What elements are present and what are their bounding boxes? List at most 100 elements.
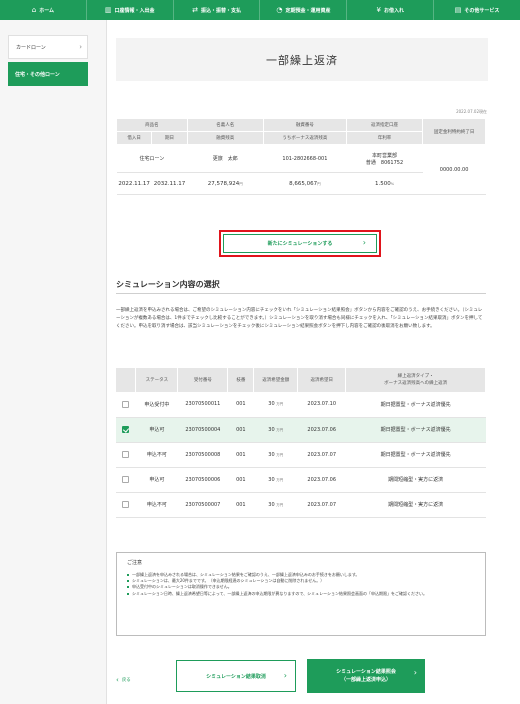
table-row: 住宅ローン 更旅 太郎 101-2802668-001 本町営業部 普通 8061…: [116, 144, 486, 195]
header-fixed-end: 固定金利特約終了日: [422, 118, 486, 145]
fixed-end-date: 0000.00.00: [422, 144, 486, 195]
header-account: 返済指定口座: [345, 118, 424, 132]
chevron-right-icon: ›: [283, 671, 287, 680]
chevron-right-icon: ›: [79, 43, 82, 51]
header-bonus-balance: うちボーナス返済残高: [262, 131, 347, 145]
as-of-date: 2022.07.02現在: [456, 109, 487, 114]
chevron-left-icon: ‹: [116, 676, 119, 684]
table-row[interactable]: 申込不可 23070500008 001 30 万円 2023.07.07 期日…: [116, 442, 486, 468]
row-checkbox[interactable]: [122, 400, 130, 408]
notes-list: 一部繰上返済を申込みされる場合は、シミュレーション結果をご確認のうえ、一部繰上返…: [127, 572, 475, 597]
row-branch: 001: [227, 417, 254, 443]
row-date: 2023.07.06: [297, 417, 346, 443]
header-date: 返済希望日: [297, 368, 347, 392]
nav-other[interactable]: ▤ その他サービス: [434, 0, 520, 20]
row-status: 申込不可: [135, 492, 178, 518]
loan-info-table: 商品名 名義人名 融資番号 返済指定口座 固定金利特約終了日 借入日 期日 融資…: [115, 118, 486, 195]
row-checkbox[interactable]: [122, 451, 130, 458]
table-header-row: ステータス 受付番号 枝番 返済希望金額 返済希望日 繰上返済タイプ・ ボーナス…: [116, 368, 486, 392]
row-date: 2023.07.07: [297, 492, 346, 518]
chevron-right-icon: ›: [362, 238, 366, 247]
notes-box: ご注意 一部繰上返済を申込みされる場合は、シミュレーション結果をご確認のうえ、一…: [116, 552, 486, 636]
row-branch: 001: [227, 442, 254, 468]
section-description: 一部繰上返済を申込みされる場合は、ご希望のシミュレーション内容にチェックをいれ「…: [116, 308, 483, 329]
nav-deposit[interactable]: ◔ 定期預金・運用資産: [260, 0, 348, 20]
row-checkbox[interactable]: [122, 426, 130, 433]
row-checkbox[interactable]: [122, 501, 130, 508]
row-date: 2023.07.10: [297, 392, 346, 418]
page-title: 一部繰上返済: [116, 38, 488, 81]
row-type: 期日据置型・ボーナス返済優先: [345, 392, 486, 418]
header-borrow-date: 借入日: [115, 131, 153, 145]
table-header-row: 商品名 名義人名 融資番号 返済指定口座 固定金利特約終了日: [116, 118, 486, 145]
bonus-balance: 8,665,067円: [263, 172, 347, 195]
sidebar-item-label: カードローン: [16, 44, 46, 51]
header-check: [116, 368, 137, 392]
interest-rate: 1.500%: [346, 172, 423, 195]
header-amount: 返済希望金額: [253, 368, 299, 392]
deposit-icon: ◔: [276, 5, 283, 14]
table-row[interactable]: 申込可 23070500004 001 30 万円 2023.07.06 期日据…: [116, 417, 486, 443]
header-type: 繰上返済タイプ・ ボーナス返済残高への繰上返済: [345, 368, 486, 392]
row-amount: 30 万円: [253, 492, 298, 518]
header-due-date: 期日: [151, 131, 188, 145]
top-nav: ⌂ ホーム ▥ 口座情報・入出金 ⇄ 振込・振替・支払 ◔ 定期預金・運用資産 ¥ お借入…: [0, 0, 520, 20]
sidebar-item-housing-loan[interactable]: 住宅・その他ローン: [8, 62, 88, 86]
nav-loan[interactable]: ¥ お借入れ: [347, 0, 435, 20]
row-date: 2023.07.07: [297, 442, 346, 468]
header-rate: 年利率: [345, 131, 424, 145]
row-type: 期間短縮型・実方に返済: [345, 492, 486, 518]
row-receipt-no: 23070500011: [177, 392, 228, 418]
nav-home[interactable]: ⌂ ホーム: [0, 0, 87, 20]
sidebar-item-card-loan[interactable]: カードローン ›: [8, 35, 88, 59]
row-amount: 30 万円: [253, 392, 298, 418]
account-icon: ▥: [104, 5, 112, 14]
repay-account: 本町営業部 普通 8061752: [346, 144, 423, 173]
header-receipt-no: 受付番号: [177, 368, 229, 392]
due-date: 2032.11.17: [151, 172, 188, 195]
chevron-right-icon: ›: [413, 668, 417, 677]
row-status: 申込可: [135, 467, 178, 493]
simulation-result-button[interactable]: シミュレーション結果照会 （一部繰上返済申込） ›: [307, 659, 425, 693]
note-item: シミュレーション日時、繰上返済希望日等によって、一部繰上返済の申込期限が異なりま…: [127, 591, 475, 597]
row-receipt-no: 23070500004: [177, 417, 228, 443]
row-checkbox[interactable]: [122, 476, 130, 483]
row-type: 期間短縮型・実方に返済: [345, 467, 486, 493]
row-amount: 30 万円: [253, 442, 298, 468]
notes-title: ご注意: [127, 560, 143, 566]
sidebar: カードローン › 住宅・その他ローン: [0, 20, 107, 704]
table-row[interactable]: 申込可 23070500006 001 30 万円 2023.07.06 期間短…: [116, 467, 486, 493]
borrow-date: 2022.11.17: [116, 172, 152, 195]
transfer-icon: ⇄: [192, 5, 198, 14]
simulation-table: ステータス 受付番号 枝番 返済希望金額 返済希望日 繰上返済タイプ・ ボーナス…: [116, 368, 486, 518]
nav-transfer[interactable]: ⇄ 振込・振替・支払: [174, 0, 261, 20]
table-row[interactable]: 申込不可 23070500007 001 30 万円 2023.07.07 期間…: [116, 492, 486, 518]
loan-icon: ¥: [376, 5, 381, 14]
row-receipt-no: 23070500006: [177, 467, 228, 493]
row-date: 2023.07.06: [297, 467, 346, 493]
row-status: 申込受付中: [135, 392, 178, 418]
row-status: 申込不可: [135, 442, 178, 468]
row-receipt-no: 23070500007: [177, 492, 228, 518]
nav-account[interactable]: ▥ 口座情報・入出金: [87, 0, 174, 20]
header-holder: 名義人名: [186, 118, 264, 132]
back-link[interactable]: ‹ 戻る: [116, 676, 131, 684]
table-row[interactable]: 申込受付中 23070500011 001 30 万円 2023.07.10 期…: [116, 392, 486, 418]
product-name: 住宅ローン: [116, 144, 188, 173]
header-product: 商品名: [116, 118, 188, 132]
row-type: 期日据置型・ボーナス返済優先: [345, 442, 486, 468]
new-simulation-button[interactable]: 新たにシミュレーションする ›: [223, 234, 377, 253]
loan-number: 101-2802668-001: [263, 144, 347, 173]
home-icon: ⌂: [31, 5, 37, 14]
row-branch: 001: [227, 467, 254, 493]
new-simulation-highlight: 新たにシミュレーションする ›: [219, 230, 381, 257]
header-status: ステータス: [135, 368, 179, 392]
divider: [116, 293, 486, 294]
row-status: 申込可: [135, 417, 178, 443]
sidebar-item-label: 住宅・その他ローン: [15, 71, 60, 78]
row-branch: 001: [227, 492, 254, 518]
header-branch: 枝番: [227, 368, 255, 392]
loan-balance: 27,578,924円: [187, 172, 264, 195]
simulation-cancel-button[interactable]: シミュレーション結果取消 ›: [176, 660, 296, 692]
holder-name: 更旅 太郎: [187, 144, 264, 173]
